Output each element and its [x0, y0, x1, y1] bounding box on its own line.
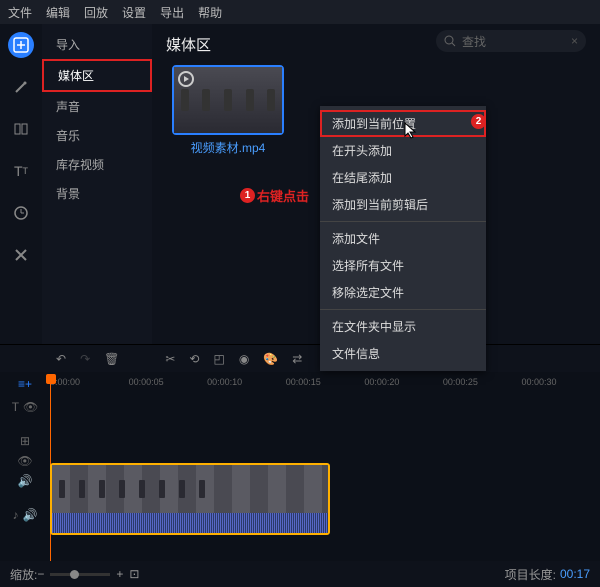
play-icon	[178, 71, 194, 87]
zoom-in-icon[interactable]: +	[116, 567, 123, 581]
ctx-add-start[interactable]: 在开头添加	[320, 137, 486, 164]
visibility-icon[interactable]: 👁	[23, 400, 38, 414]
timeline-toolbar: ↶ ↷ 🗑 ✂ ⟲ ◰ ◉ 🎨 ⇄ ⚑	[0, 344, 600, 372]
ctx-add-current[interactable]: 添加到当前位置 2	[320, 110, 486, 137]
zoom-slider[interactable]	[50, 573, 110, 576]
menu-help[interactable]: 帮助	[198, 4, 222, 21]
redo-icon[interactable]: ↷	[80, 352, 90, 366]
menu-settings[interactable]: 设置	[122, 4, 146, 21]
time-ruler[interactable]: 0:00:0000:00:0500:00:1000:00:1500:00:200…	[50, 377, 600, 391]
ctx-sep-2	[320, 309, 486, 310]
subnav-sound[interactable]: 声音	[42, 92, 152, 121]
rail-split-icon[interactable]	[8, 116, 34, 142]
rail-wand-icon[interactable]	[8, 74, 34, 100]
ctx-add-after[interactable]: 添加到当前剪辑后	[320, 191, 486, 218]
cursor-icon	[404, 122, 418, 140]
project-duration: 00:17	[560, 567, 590, 581]
search-icon	[444, 35, 456, 47]
bottom-bar: 缩放: − + ⊡ 项目长度: 00:17	[0, 561, 600, 587]
subnav-stock[interactable]: 库存视频	[42, 150, 152, 179]
ctx-file-info[interactable]: 文件信息	[320, 340, 486, 367]
search-placeholder: 查找	[462, 33, 486, 50]
rail-clock-icon[interactable]	[8, 200, 34, 226]
text-track-icon[interactable]: T	[12, 400, 19, 414]
ctx-add-end[interactable]: 在结尾添加	[320, 164, 486, 191]
audio-waveform	[52, 513, 328, 535]
mute-icon[interactable]: 🔊	[18, 474, 33, 488]
menu-file[interactable]: 文件	[8, 4, 32, 21]
zoom-out-icon[interactable]: −	[37, 567, 44, 581]
zoom-label: 缩放:	[10, 566, 37, 583]
subnav: 导入 媒体区 声音 音乐 库存视频 背景	[42, 24, 152, 344]
rail-add-icon[interactable]	[8, 32, 34, 58]
ctx-show-folder[interactable]: 在文件夹中显示	[320, 313, 486, 340]
left-rail: TT	[0, 24, 42, 344]
mute-icon[interactable]: 🔊	[23, 508, 38, 522]
menubar: 文件 编辑 回放 设置 导出 帮助	[0, 0, 600, 24]
undo-icon[interactable]: ↶	[56, 352, 66, 366]
search-clear-icon[interactable]: ×	[571, 34, 578, 48]
cut-icon[interactable]: ✂	[165, 352, 175, 366]
transition-icon[interactable]: ⇄	[292, 352, 302, 366]
callout-1: 1右键点击	[240, 186, 309, 205]
thumbnail-label: 视频素材.mp4	[172, 139, 284, 156]
search-input[interactable]: 查找 ×	[436, 30, 586, 52]
subnav-bg[interactable]: 背景	[42, 179, 152, 208]
menu-edit[interactable]: 编辑	[46, 4, 70, 21]
rail-tools-icon[interactable]	[8, 242, 34, 268]
rotate-icon[interactable]: ⟲	[189, 352, 199, 366]
subnav-music[interactable]: 音乐	[42, 121, 152, 150]
audio-track-icon[interactable]: ♪	[13, 508, 19, 522]
ctx-sep-1	[320, 221, 486, 222]
delete-icon[interactable]: 🗑	[104, 352, 119, 366]
zoom-fit-icon[interactable]: ⊡	[129, 567, 139, 581]
video-clip[interactable]	[50, 463, 330, 535]
ctx-remove[interactable]: 移除选定文件	[320, 279, 486, 306]
media-thumbnail[interactable]	[172, 65, 284, 135]
ctx-add-file[interactable]: 添加文件	[320, 225, 486, 252]
visibility-icon[interactable]: 👁	[17, 454, 32, 468]
context-menu: 添加到当前位置 2 在开头添加 在结尾添加 添加到当前剪辑后 添加文件 选择所有…	[320, 106, 486, 371]
menu-playback[interactable]: 回放	[84, 4, 108, 21]
ctx-select-all[interactable]: 选择所有文件	[320, 252, 486, 279]
rail-text-icon[interactable]: TT	[8, 158, 34, 184]
crop-icon[interactable]: ◰	[213, 352, 224, 366]
track-add-icon[interactable]: ≡+	[0, 377, 50, 391]
adjust-icon[interactable]: 🎨	[263, 352, 278, 366]
menu-export[interactable]: 导出	[160, 4, 184, 21]
record-icon[interactable]: ◉	[239, 352, 249, 366]
video-track-icon[interactable]: ⊞	[20, 434, 30, 448]
project-length-label: 项目长度:	[505, 566, 556, 583]
timeline[interactable]: ≡+ 0:00:0000:00:0500:00:1000:00:1500:00:…	[0, 372, 600, 587]
subnav-import[interactable]: 导入	[42, 30, 152, 59]
subnav-media[interactable]: 媒体区	[42, 59, 152, 92]
